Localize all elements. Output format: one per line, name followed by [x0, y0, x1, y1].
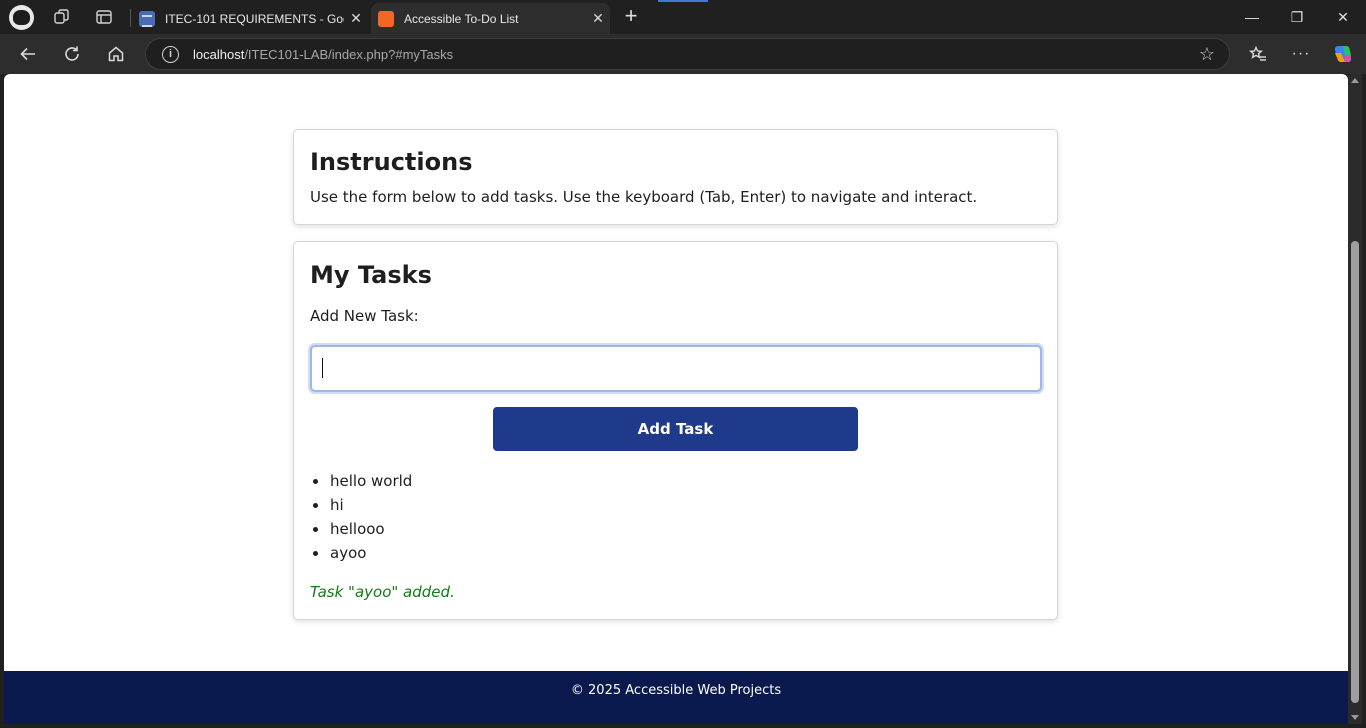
scroll-down-icon[interactable]: [1351, 715, 1359, 720]
my-tasks-card: My Tasks Add New Task: Add Task hello wo…: [293, 241, 1058, 620]
task-list: hello world hi hellooo ayoo: [310, 469, 412, 565]
status-message: Task "ayoo" added.: [310, 583, 455, 601]
text-caret: [322, 358, 323, 378]
accent-marker: [658, 0, 708, 2]
home-icon[interactable]: [103, 41, 129, 67]
tab-separator: [130, 9, 131, 27]
close-tab-icon[interactable]: ✕: [586, 10, 610, 27]
url-text[interactable]: localhost/ITEC101-LAB/index.php?#myTasks: [193, 47, 453, 62]
my-tasks-heading: My Tasks: [310, 261, 432, 289]
site-info-icon[interactable]: i: [162, 46, 179, 63]
scroll-up-icon[interactable]: [1351, 78, 1359, 83]
tab-itec-requirements[interactable]: ITEC-101 REQUIREMENTS - Goog ✕: [132, 3, 368, 34]
add-task-button[interactable]: Add Task: [493, 407, 858, 451]
more-options-icon[interactable]: ···: [1288, 41, 1314, 67]
task-input-label: Add New Task:: [310, 307, 419, 325]
address-bar[interactable]: i localhost/ITEC101-LAB/index.php?#myTas…: [145, 38, 1230, 70]
restore-button[interactable]: ❐: [1274, 0, 1320, 34]
scrollbar-thumb[interactable]: [1351, 241, 1359, 703]
close-tab-icon[interactable]: ✕: [344, 10, 368, 27]
instructions-heading: Instructions: [310, 148, 473, 176]
new-tab-button[interactable]: +: [620, 5, 642, 27]
back-icon[interactable]: [15, 41, 41, 67]
refresh-icon[interactable]: [59, 41, 85, 67]
vertical-tabs-icon[interactable]: [95, 8, 113, 26]
instructions-card: Instructions Use the form below to add t…: [293, 129, 1058, 225]
task-item: hello world: [310, 469, 412, 493]
profile-avatar[interactable]: [9, 5, 34, 30]
page-viewport: Instructions Use the form below to add t…: [4, 74, 1348, 724]
xampp-icon: [378, 10, 394, 27]
page-footer: © 2025 Accessible Web Projects: [4, 671, 1348, 724]
instructions-text: Use the form below to add tasks. Use the…: [310, 188, 978, 206]
tab-title: ITEC-101 REQUIREMENTS - Goog: [165, 11, 344, 26]
close-window-button[interactable]: ✕: [1320, 0, 1366, 34]
favorite-star-icon[interactable]: ☆: [1199, 44, 1215, 65]
task-item: hellooo: [310, 517, 412, 541]
scrollbar[interactable]: [1348, 74, 1362, 724]
task-input[interactable]: [310, 345, 1042, 392]
navigation-bar: i localhost/ITEC101-LAB/index.php?#myTas…: [0, 34, 1366, 74]
tab-title: Accessible To-Do List: [404, 11, 519, 26]
tab-strip: ITEC-101 REQUIREMENTS - Goog ✕ Accessibl…: [0, 0, 1366, 34]
tab-accessible-todo[interactable]: Accessible To-Do List ✕: [371, 3, 610, 34]
minimize-button[interactable]: —: [1229, 0, 1275, 34]
task-item: hi: [310, 493, 412, 517]
google-docs-icon: [139, 10, 155, 27]
workspaces-icon[interactable]: [53, 8, 71, 26]
favorites-icon[interactable]: [1245, 41, 1271, 67]
task-item: ayoo: [310, 541, 412, 565]
copilot-icon[interactable]: [1330, 41, 1356, 67]
